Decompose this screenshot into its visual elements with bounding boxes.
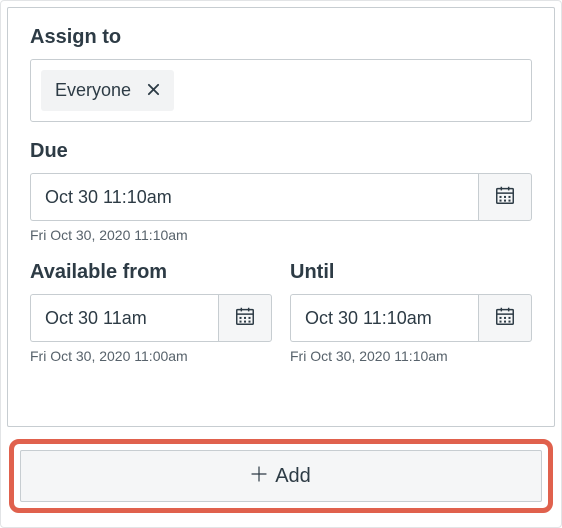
until-input[interactable] — [290, 294, 478, 342]
available-from-hint: Fri Oct 30, 2020 11:00am — [30, 348, 272, 364]
due-hint: Fri Oct 30, 2020 11:10am — [30, 227, 532, 243]
until-group: Until — [290, 261, 532, 364]
available-from-group: Available from — [30, 261, 272, 364]
available-from-input[interactable] — [30, 294, 218, 342]
due-calendar-button[interactable] — [478, 173, 532, 221]
add-highlight: Add — [9, 439, 553, 513]
assign-inner: Assign to Everyone Due — [7, 7, 555, 427]
plus-icon — [251, 466, 267, 486]
assign-token-label: Everyone — [55, 80, 131, 101]
available-from-input-row — [30, 294, 272, 342]
due-group: Due — [30, 140, 532, 243]
until-hint: Fri Oct 30, 2020 11:10am — [290, 348, 532, 364]
availability-row: Available from — [30, 261, 532, 364]
add-label: Add — [275, 465, 311, 488]
due-input-row — [30, 173, 532, 221]
due-label: Due — [30, 140, 532, 163]
add-button[interactable]: Add — [20, 450, 542, 502]
available-from-label: Available from — [30, 261, 272, 284]
calendar-icon — [494, 184, 516, 211]
close-icon[interactable] — [147, 82, 160, 99]
until-label: Until — [290, 261, 532, 284]
until-calendar-button[interactable] — [478, 294, 532, 342]
available-from-calendar-button[interactable] — [218, 294, 272, 342]
assign-token-everyone[interactable]: Everyone — [41, 70, 174, 111]
until-input-row — [290, 294, 532, 342]
assign-to-input[interactable]: Everyone — [30, 59, 532, 122]
calendar-icon — [234, 305, 256, 332]
calendar-icon — [494, 305, 516, 332]
due-input[interactable] — [30, 173, 478, 221]
assign-to-label: Assign to — [30, 26, 532, 49]
assign-card: Assign to Everyone Due — [0, 0, 562, 528]
